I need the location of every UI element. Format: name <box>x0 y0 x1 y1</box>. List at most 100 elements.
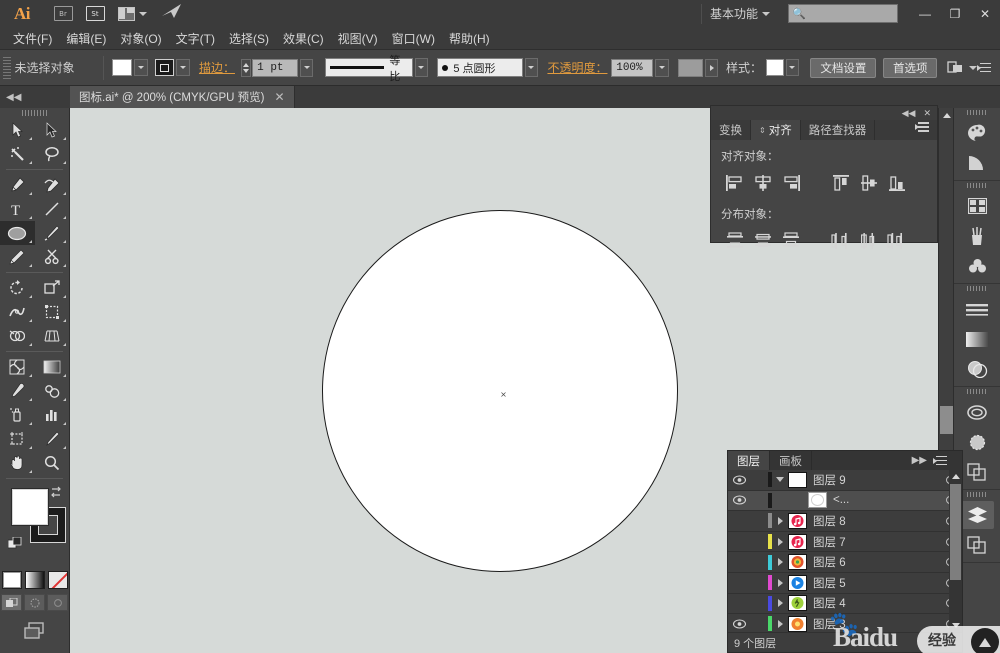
control-bar-grip[interactable] <box>3 57 11 79</box>
document-tab[interactable]: 图标.ai* @ 200% (CMYK/GPU 预览) ✕ <box>70 86 295 108</box>
dock-group-grip[interactable] <box>954 181 1000 190</box>
ellipse-tool[interactable] <box>0 221 35 245</box>
swap-fill-stroke-icon[interactable] <box>49 485 63 502</box>
control-panel-menu-icon[interactable] <box>977 61 992 75</box>
document-setup-button[interactable]: 文档设置 <box>810 58 876 78</box>
selection-tool[interactable] <box>0 118 35 142</box>
eyedropper-tool[interactable] <box>0 379 35 403</box>
paintbrush-tool[interactable] <box>35 221 70 245</box>
zoom-tool[interactable] <box>35 451 70 475</box>
table-row[interactable]: 图层 3 <box>728 614 962 632</box>
opacity-label[interactable]: 不透明度： <box>547 59 607 76</box>
layer-visibility-icon[interactable] <box>728 475 750 485</box>
none-mode-button[interactable] <box>48 571 68 589</box>
layer-disclosure-triangle[interactable] <box>772 558 788 566</box>
menu-object[interactable]: 对象(O) <box>113 28 168 49</box>
stroke-profile-combo[interactable]: 等比 <box>325 58 413 77</box>
minimize-button[interactable]: — <box>910 1 940 26</box>
align-panel-menu-icon[interactable] <box>915 120 931 134</box>
layer-visibility-icon[interactable] <box>728 619 750 629</box>
layer-name[interactable]: 图层 5 <box>813 575 938 591</box>
table-row[interactable]: 图层 5 <box>728 573 962 594</box>
layer-disclosure-triangle[interactable] <box>772 579 788 587</box>
menu-effect[interactable]: 效果(C) <box>276 28 331 49</box>
toolbar-collapse-toggle[interactable]: ◀◀ <box>0 86 70 108</box>
layer-name[interactable]: 图层 4 <box>813 595 938 611</box>
swatches-panel-icon[interactable] <box>961 192 994 220</box>
graphic-style-swatch[interactable] <box>766 59 784 76</box>
column-graph-tool[interactable] <box>35 403 70 427</box>
graphic-styles-panel-icon[interactable] <box>961 428 994 456</box>
distribute-horizontal-center-icon[interactable] <box>855 228 883 254</box>
distribute-right-icon[interactable] <box>883 228 911 254</box>
close-icon[interactable]: ✕ <box>275 90 285 104</box>
align-vertical-center-icon[interactable] <box>855 170 883 196</box>
stock-icon[interactable]: St <box>82 5 108 23</box>
layer-name[interactable]: 图层 3 <box>813 616 938 632</box>
brush-definition-dropdown[interactable] <box>525 58 538 77</box>
bridge-icon[interactable]: Br <box>50 5 76 23</box>
width-tool[interactable] <box>0 300 35 324</box>
layer-name[interactable]: 图层 8 <box>813 513 938 529</box>
hand-tool[interactable] <box>0 451 35 475</box>
behance-share-icon[interactable] <box>161 3 183 24</box>
opacity-field[interactable]: 100% <box>611 59 653 77</box>
color-panel-icon[interactable] <box>961 119 994 147</box>
preferences-button[interactable]: 首选项 <box>883 58 938 78</box>
color-guide-panel-icon[interactable] <box>961 149 994 177</box>
scroll-thumb[interactable] <box>950 484 961 580</box>
opacity-dropdown[interactable] <box>655 59 668 77</box>
shape-builder-tool[interactable] <box>0 324 35 348</box>
artboards-panel-icon[interactable] <box>961 531 994 559</box>
tab-pathfinder[interactable]: 路径查找器 <box>801 120 876 140</box>
draw-normal-mode-button[interactable] <box>1 594 22 611</box>
mesh-tool[interactable] <box>0 355 35 379</box>
gradient-panel-icon[interactable] <box>961 325 994 353</box>
tab-artboards[interactable]: 画板 <box>770 451 812 470</box>
layer-visibility-icon[interactable] <box>728 495 750 505</box>
curvature-tool[interactable] <box>35 173 70 197</box>
direct-selection-tool[interactable] <box>35 118 70 142</box>
scissors-tool[interactable] <box>35 245 70 269</box>
expand-panel-icon[interactable]: ▶▶ <box>912 455 927 466</box>
layer-name[interactable]: 图层 6 <box>813 554 938 570</box>
stroke-color-dropdown[interactable] <box>176 59 189 76</box>
brush-definition-combo[interactable]: 5 点圆形 <box>437 58 522 77</box>
align-top-icon[interactable] <box>827 170 855 196</box>
scale-tool[interactable] <box>35 276 70 300</box>
distribute-top-icon[interactable] <box>721 228 749 254</box>
layer-disclosure-triangle[interactable] <box>772 517 788 525</box>
appearance-panel-icon[interactable] <box>961 398 994 426</box>
type-tool[interactable]: T <box>0 197 35 221</box>
layer-name[interactable]: <... <box>833 494 938 506</box>
restore-button[interactable]: ❐ <box>940 1 970 26</box>
close-button[interactable]: ✕ <box>970 1 1000 26</box>
artboard-tool[interactable] <box>0 427 35 451</box>
table-row[interactable]: <... <box>728 491 962 512</box>
change-screen-mode-icon[interactable] <box>21 621 49 646</box>
distribute-left-icon[interactable] <box>827 228 855 254</box>
scroll-up-icon[interactable] <box>949 470 962 483</box>
rotate-tool[interactable] <box>0 276 35 300</box>
search-input[interactable]: 🔍 <box>788 4 898 23</box>
close-icon[interactable]: ✕ <box>923 108 931 119</box>
symbols-panel-icon[interactable] <box>961 252 994 280</box>
menu-select[interactable]: 选择(S) <box>222 28 276 49</box>
table-row[interactable]: 图层 7 <box>728 532 962 553</box>
lasso-tool[interactable] <box>35 142 70 166</box>
draw-behind-mode-button[interactable] <box>24 594 45 611</box>
distribute-bottom-icon[interactable] <box>777 228 805 254</box>
layer-disclosure-triangle[interactable] <box>772 599 788 607</box>
dock-group-grip[interactable] <box>954 284 1000 293</box>
menu-file[interactable]: 文件(F) <box>6 28 59 49</box>
tab-align[interactable]: ⇕ 对齐 <box>751 120 801 140</box>
stroke-weight-stepper[interactable] <box>241 59 251 77</box>
fill-color-dropdown[interactable] <box>134 59 147 76</box>
distribute-vertical-center-icon[interactable] <box>749 228 777 254</box>
collapse-icon[interactable]: ◀◀ <box>902 108 916 119</box>
scroll-down-icon[interactable] <box>949 619 962 632</box>
pencil-tool[interactable] <box>0 245 35 269</box>
fill-color-swatch[interactable] <box>112 59 133 76</box>
stroke-label[interactable]: 描边： <box>199 59 235 76</box>
graphic-style-dropdown[interactable] <box>786 59 799 76</box>
